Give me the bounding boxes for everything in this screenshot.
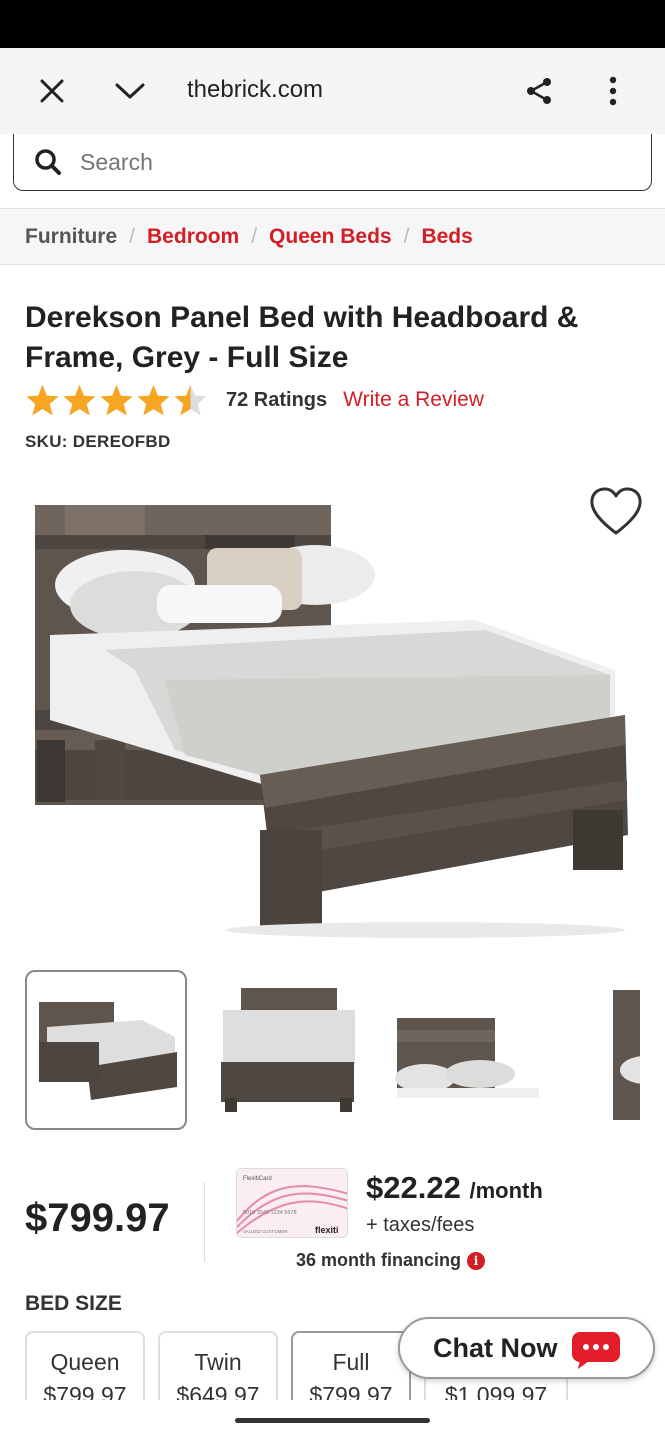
flexiti-card-image: FlexitiCard 5015 3545 1234 5678 VALUED C…	[236, 1168, 348, 1238]
size-option-queen[interactable]: Queen $799.97	[25, 1331, 145, 1401]
monthly-amount: $22.22	[366, 1170, 461, 1205]
collapse-button[interactable]	[106, 67, 154, 115]
thumbnail-image	[395, 1018, 539, 1098]
thumbnail-image	[39, 1002, 177, 1100]
thumbnail-1[interactable]	[25, 970, 187, 1130]
financing-text: 36 month financing	[296, 1250, 462, 1270]
bed-size-label: BED SIZE	[25, 1292, 122, 1315]
info-icon[interactable]: i	[467, 1251, 486, 1270]
size-option-price: $799.97	[309, 1382, 393, 1401]
star-icon	[137, 384, 170, 416]
breadcrumb-separator: /	[251, 224, 258, 248]
breadcrumb-bedroom[interactable]: Bedroom	[147, 225, 239, 249]
breadcrumb-separator: /	[129, 224, 136, 248]
wishlist-heart-icon[interactable]	[588, 486, 644, 538]
chevron-down-icon	[115, 83, 145, 99]
share-icon	[527, 78, 551, 104]
close-tab-button[interactable]	[28, 67, 76, 115]
size-option-name: Twin	[194, 1349, 242, 1375]
star-rating[interactable]	[25, 383, 208, 417]
breadcrumb-queen-beds[interactable]: Queen Beds	[269, 225, 392, 249]
size-option-twin[interactable]: Twin $649.97	[158, 1331, 278, 1401]
breadcrumb-beds[interactable]: Beds	[421, 225, 472, 249]
chat-now-button[interactable]: Chat Now	[398, 1317, 655, 1379]
more-vertical-icon	[609, 76, 617, 106]
taxes-note: + taxes/fees	[366, 1214, 475, 1236]
thumbnail-strip	[25, 970, 640, 1130]
monthly-payment: $22.22 /month	[366, 1170, 543, 1206]
card-brand: FlexitiCard	[243, 1176, 272, 1182]
thumbnail-image	[613, 990, 640, 1120]
write-review-link[interactable]: Write a Review	[343, 388, 484, 412]
financing-info[interactable]: 36 month financing i	[296, 1250, 486, 1271]
product-title: Derekson Panel Bed with Headboard & Fram…	[25, 301, 579, 374]
browser-toolbar: thebrick.com	[0, 48, 665, 134]
thumbnail-3[interactable]	[385, 970, 547, 1130]
more-options-button[interactable]	[589, 67, 637, 115]
star-icon	[100, 384, 133, 416]
size-option-full[interactable]: Full $799.97	[291, 1331, 411, 1401]
close-icon	[40, 79, 64, 103]
search-input[interactable]	[80, 144, 620, 180]
thumbnail-image	[221, 988, 355, 1112]
star-icon	[26, 384, 59, 416]
monthly-unit: /month	[469, 1178, 543, 1203]
url-text[interactable]: thebrick.com	[187, 76, 323, 104]
price-divider	[204, 1182, 205, 1262]
size-option-name: Full	[332, 1349, 370, 1375]
breadcrumb-separator: /	[403, 224, 410, 248]
star-half-icon	[174, 384, 207, 416]
product-sku: SKU: DEREOFBD	[25, 432, 171, 451]
product-ratings: 72 Ratings Write a Review	[25, 382, 484, 418]
size-option-price: $1,099.97	[444, 1382, 548, 1401]
size-option-price: $649.97	[176, 1382, 260, 1401]
thumbnail-2[interactable]	[205, 970, 367, 1130]
product-main-image[interactable]	[25, 490, 630, 940]
share-button[interactable]	[515, 67, 563, 115]
star-icon	[63, 384, 96, 416]
card-logo: flexiti	[315, 1225, 339, 1235]
breadcrumb: Furniture / Bedroom / Queen Beds / Beds	[0, 208, 665, 265]
breadcrumb-furniture[interactable]: Furniture	[25, 225, 117, 249]
size-option-price: $799.97	[43, 1382, 127, 1401]
chat-bubble-icon	[572, 1332, 620, 1369]
card-holder: VALUED CUSTOMER	[243, 1229, 288, 1234]
chat-now-label: Chat Now	[433, 1333, 558, 1363]
search-bar[interactable]	[13, 134, 652, 191]
ratings-count[interactable]: 72 Ratings	[226, 389, 327, 412]
thumbnail-4[interactable]	[565, 970, 640, 1130]
search-icon	[35, 149, 61, 175]
status-bar	[0, 0, 665, 48]
card-number: 5015 3545 1234 5678	[243, 1210, 297, 1216]
size-option-name: Queen	[50, 1349, 120, 1375]
home-indicator[interactable]	[235, 1418, 430, 1423]
product-price: $799.97	[25, 1196, 170, 1240]
